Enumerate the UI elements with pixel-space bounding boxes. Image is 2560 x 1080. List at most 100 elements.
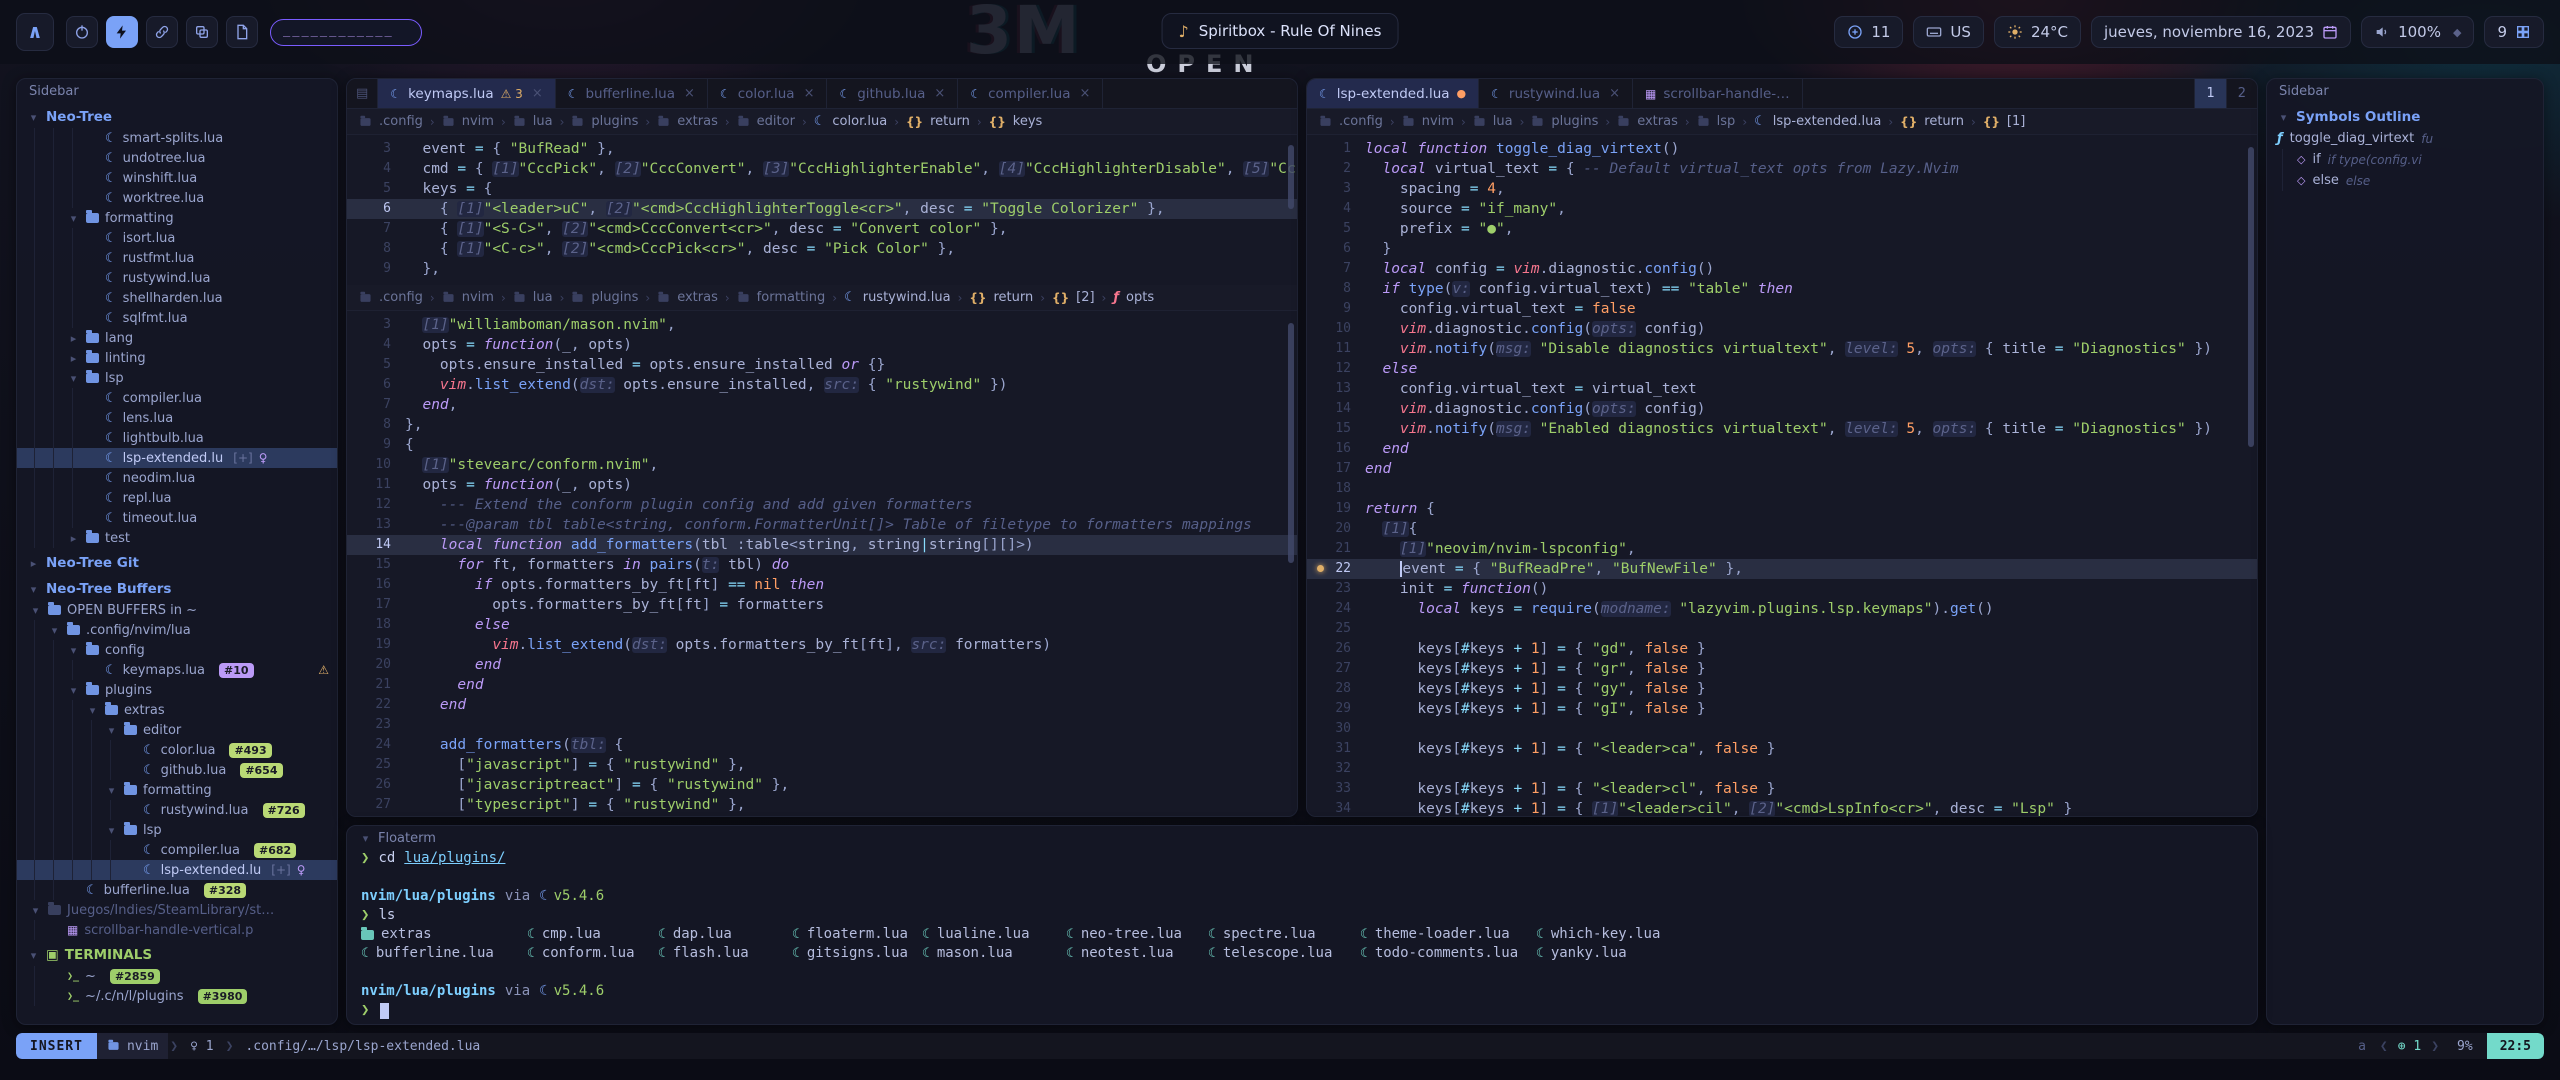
- power-button[interactable]: [66, 16, 98, 48]
- code-line[interactable]: 9 config.virtual_text = false: [1307, 299, 2257, 319]
- tree-item[interactable]: ☾rustywind.lua#726: [17, 800, 337, 820]
- section-header-terminals[interactable]: ▾▣TERMINALS: [17, 944, 337, 966]
- outline-item[interactable]: ƒtoggle_diag_virtextfu: [2267, 128, 2543, 149]
- breadcrumb-dir[interactable]: plugins: [591, 290, 638, 305]
- code-line[interactable]: 27 ["typescript"] = { "rustywind" },: [347, 795, 1297, 815]
- chevron-down-icon[interactable]: ▾: [67, 644, 80, 657]
- tab-bufferline-lua[interactable]: ☾bufferline.lua×: [556, 79, 708, 108]
- tree-item[interactable]: ☾shellharden.lua: [17, 288, 337, 308]
- tree-item[interactable]: ▾plugins: [17, 680, 337, 700]
- tab-scrollbar-handle-[interactable]: ▦scrollbar-handle-…: [1633, 79, 1803, 108]
- breadcrumb-dir[interactable]: nvim: [462, 114, 494, 129]
- code-line[interactable]: 34 keys[#keys + 1] = { [1]"<leader>cil",…: [1307, 799, 2257, 816]
- tree-item[interactable]: ☾worktree.lua: [17, 188, 337, 208]
- chevron-down-icon[interactable]: ▾: [86, 704, 99, 717]
- tree-item[interactable]: ☾compiler.lua: [17, 388, 337, 408]
- code-line[interactable]: 32: [1307, 759, 2257, 779]
- code-line[interactable]: 29 keys[#keys + 1] = { "gI", false }: [1307, 699, 2257, 719]
- terminal[interactable]: ❯cdlua/plugins/ nvim/lua/pluginsvia☾v5.4…: [347, 849, 2257, 1024]
- close-icon[interactable]: ×: [532, 86, 543, 101]
- code-line[interactable]: 3 spacing = 4,: [1307, 179, 2257, 199]
- chevron-down-icon[interactable]: ▾: [67, 212, 80, 225]
- code-line[interactable]: 11 opts = function(_, opts): [347, 475, 1297, 495]
- tree-item[interactable]: ▾formatting: [17, 780, 337, 800]
- code-line[interactable]: 25 ["javascript"] = { "rustywind" },: [347, 755, 1297, 775]
- breadcrumb-dir[interactable]: lua: [1493, 114, 1513, 129]
- tree-item[interactable]: ☾neodim.lua: [17, 468, 337, 488]
- close-icon[interactable]: ×: [804, 86, 815, 101]
- tray-chip[interactable]: 100%◆: [2361, 16, 2474, 48]
- code-line[interactable]: 7 { [1]"<S-C>", [2]"<cmd>CccConvert<cr>"…: [347, 219, 1297, 239]
- code-line[interactable]: 19return {: [1307, 499, 2257, 519]
- breadcrumb-dir[interactable]: extras: [677, 114, 718, 129]
- code-line[interactable]: 1local function toggle_diag_virtext(): [1307, 139, 2257, 159]
- breadcrumb-dir[interactable]: .config: [379, 114, 423, 129]
- code-line[interactable]: 21 end: [347, 675, 1297, 695]
- tree-item[interactable]: ▾.config/nvim/lua: [17, 620, 337, 640]
- code-line[interactable]: 31 keys[#keys + 1] = { "<leader>ca", fal…: [1307, 739, 2257, 759]
- tree-item[interactable]: ▾extras: [17, 700, 337, 720]
- tree-item[interactable]: ▸lang: [17, 328, 337, 348]
- tree-item[interactable]: ▸test: [17, 528, 337, 548]
- tray-chip[interactable]: jueves, noviembre 16, 2023: [2091, 16, 2351, 48]
- symbols-outline-list[interactable]: ƒtoggle_diag_virtextfu◇ifif type(config.…: [2267, 128, 2543, 191]
- code-line[interactable]: 4 opts = function(_, opts): [347, 335, 1297, 355]
- chevron-right-icon[interactable]: ▸: [67, 532, 80, 545]
- tree-item[interactable]: ▸linting: [17, 348, 337, 368]
- tree-item[interactable]: ☾color.lua#493: [17, 740, 337, 760]
- tray-chip[interactable]: 9: [2484, 16, 2544, 48]
- section-header-neo-tree-buffers[interactable]: ▾Neo-Tree Buffers: [17, 578, 337, 600]
- tree-item[interactable]: ❯_~/.c/n/l/plugins#3980: [17, 986, 337, 1006]
- code-line[interactable]: 10 vim.diagnostic.config(opts: config): [1307, 319, 2257, 339]
- tree-item[interactable]: ☾repl.lua: [17, 488, 337, 508]
- code-line[interactable]: 26 keys[#keys + 1] = { "gd", false }: [1307, 639, 2257, 659]
- code-line[interactable]: 25: [1307, 619, 2257, 639]
- tree-item[interactable]: ☾lsp-extended.lu[+]♀: [17, 860, 337, 880]
- code-line[interactable]: 9{: [347, 435, 1297, 455]
- code-editor[interactable]: 3 [1]"williamboman/mason.nvim",4 opts = …: [347, 311, 1297, 816]
- code-line[interactable]: 28 keys[#keys + 1] = { "gy", false }: [1307, 679, 2257, 699]
- code-line[interactable]: 8 { [1]"<C-c>", [2]"<cmd>CccPick<cr>", d…: [347, 239, 1297, 259]
- code-line[interactable]: 5 keys = {: [347, 179, 1297, 199]
- code-line[interactable]: 22 end: [347, 695, 1297, 715]
- breadcrumb-file[interactable]: rustywind.lua: [863, 290, 951, 305]
- code-line[interactable]: 6 { [1]"<leader>uC", [2]"<cmd>CccHighlig…: [347, 199, 1297, 219]
- chevron-down-icon[interactable]: ▾: [48, 624, 61, 637]
- tab-lsp-extended-lua[interactable]: ☾lsp-extended.lua●: [1307, 79, 1479, 108]
- breadcrumb-dir[interactable]: lsp: [1717, 114, 1736, 129]
- chevron-down-icon[interactable]: ▾: [105, 724, 118, 737]
- scrollbar[interactable]: [2248, 147, 2254, 447]
- outline-item[interactable]: ◇elseelse: [2267, 170, 2543, 191]
- chevron-right-icon[interactable]: ▸: [67, 332, 80, 345]
- scrollbar[interactable]: [1288, 323, 1294, 563]
- breadcrumb-dir[interactable]: nvim: [1422, 114, 1454, 129]
- code-line[interactable]: 22 event = { "BufReadPre", "BufNewFile" …: [1307, 559, 2257, 579]
- close-icon[interactable]: ×: [934, 86, 945, 101]
- tree-item[interactable]: ▾formatting: [17, 208, 337, 228]
- chevron-down-icon[interactable]: ▾: [67, 684, 80, 697]
- breadcrumb-dir[interactable]: extras: [677, 290, 718, 305]
- tab-compiler-lua[interactable]: ☾compiler.lua×: [958, 79, 1103, 108]
- code-line[interactable]: 15 for ft, formatters in pairs(t: tbl) d…: [347, 555, 1297, 575]
- tab-github-lua[interactable]: ☾github.lua×: [827, 79, 958, 108]
- breadcrumb-dir[interactable]: formatting: [757, 290, 826, 305]
- code-line[interactable]: 30: [1307, 719, 2257, 739]
- tabpage-1[interactable]: 1: [2194, 79, 2225, 108]
- outline-item[interactable]: ◇ifif type(config.vi: [2267, 149, 2543, 170]
- breadcrumb-symbol[interactable]: [1]: [2007, 114, 2025, 129]
- chevron-down-icon[interactable]: ▾: [67, 372, 80, 385]
- code-line[interactable]: 17end: [1307, 459, 2257, 479]
- tree-item[interactable]: ❯_~#2859: [17, 966, 337, 986]
- tree-item[interactable]: ▾Juegos/Indies/SteamLibrary/st…: [17, 900, 337, 920]
- tree-item[interactable]: ☾bufferline.lua#328: [17, 880, 337, 900]
- code-line[interactable]: 4 cmd = { [1]"CccPick", [2]"CccConvert",…: [347, 159, 1297, 179]
- tree-item[interactable]: ☾github.lua#654: [17, 760, 337, 780]
- code-line[interactable]: 18 else: [347, 615, 1297, 635]
- tree-item[interactable]: ☾winshift.lua: [17, 168, 337, 188]
- code-line[interactable]: 21 [1]"neovim/nvim-lspconfig",: [1307, 539, 2257, 559]
- breadcrumb-dir[interactable]: plugins: [591, 114, 638, 129]
- code-line[interactable]: 8 if type(v: config.virtual_text) == "ta…: [1307, 279, 2257, 299]
- code-line[interactable]: 5 prefix = "●",: [1307, 219, 2257, 239]
- tray-chip[interactable]: 24°C: [1994, 16, 2081, 48]
- code-line[interactable]: 17 opts.formatters_by_ft[ft] = formatter…: [347, 595, 1297, 615]
